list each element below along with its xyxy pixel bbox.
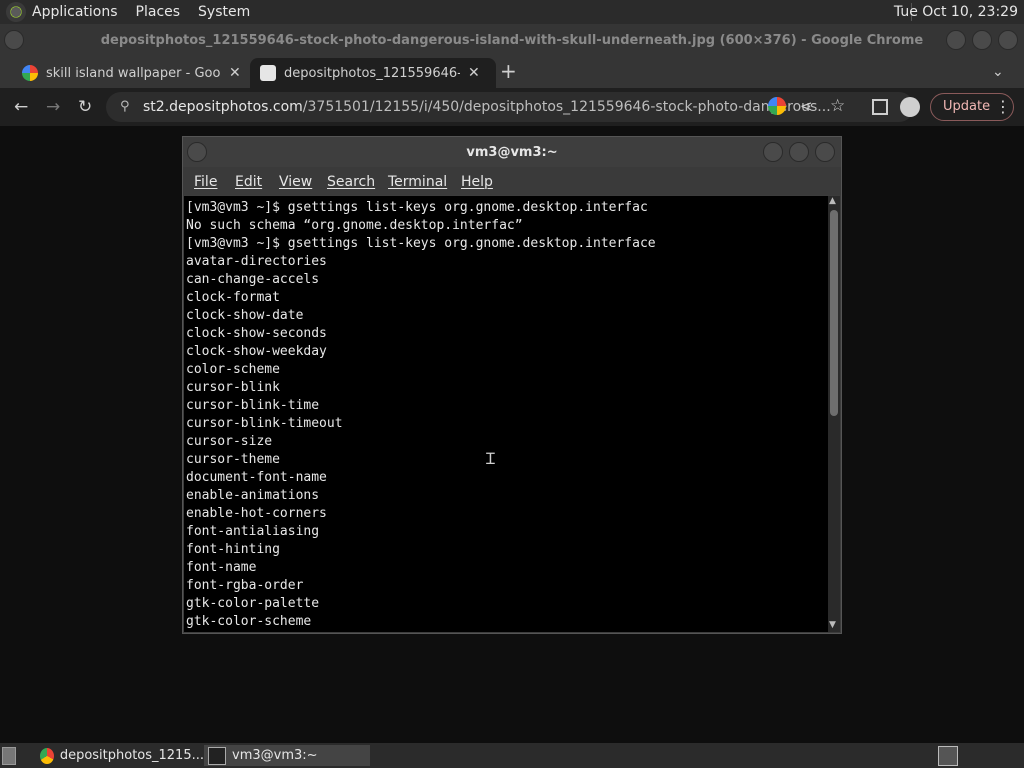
terminal-screen[interactable]: [vm3@vm3 ~]$ gsettings list-keys org.gno…	[184, 196, 828, 632]
depositphotos-favicon-icon	[260, 65, 276, 81]
terminal-menubar: File Edit View Search Terminal Help	[183, 167, 841, 195]
terminal-line: clock-show-date	[186, 308, 304, 323]
terminal-line: clock-format	[186, 290, 280, 305]
terminal-line: cursor-size	[186, 434, 273, 449]
taskbar-item-label: vm3@vm3:~	[232, 748, 318, 763]
terminal-line: [vm3@vm3 ~]$ gsettings list-keys org.gno…	[186, 236, 656, 251]
tab-label: skill island wallpaper - Google	[46, 65, 221, 81]
tab-close-icon[interactable]: ✕	[468, 65, 480, 81]
terminal-line: cursor-theme	[186, 452, 280, 467]
new-tab-plus-icon[interactable]: +	[500, 61, 517, 81]
workspace-switcher-icon[interactable]	[938, 746, 958, 766]
taskbar-item-chrome[interactable]: depositphotos_1215...	[36, 745, 204, 766]
menu-system[interactable]: System	[198, 4, 250, 20]
scroll-up-arrow-icon[interactable]: ▲	[829, 196, 836, 206]
tab-depositphotos[interactable]: depositphotos_121559646-stoc ✕	[250, 58, 496, 88]
menu-applications[interactable]: Applications	[32, 4, 118, 20]
terminal-line: can-change-accels	[186, 272, 320, 287]
terminal-line: font-hinting	[186, 542, 280, 557]
terminal-line: cursor-blink	[186, 380, 280, 395]
terminal-line: clock-show-weekday	[186, 344, 327, 359]
menu-edit[interactable]: Edit	[235, 174, 262, 190]
terminal-window: vm3@vm3:~ File Edit View Search Terminal…	[182, 136, 842, 634]
reload-icon[interactable]: ↻	[78, 98, 92, 116]
menu-search[interactable]: Search	[327, 174, 375, 190]
terminal-line: gtk-color-scheme	[186, 614, 312, 629]
tab-bar: skill island wallpaper - Google ✕ deposi…	[0, 58, 1024, 88]
url-path: /3751501/12155/i/450/depositphotos_12155…	[302, 99, 831, 115]
terminal-line: font-name	[186, 560, 257, 575]
menu-file[interactable]: File	[194, 174, 217, 190]
tab-label: depositphotos_121559646-stoc	[284, 65, 460, 81]
terminal-line: font-rgba-order	[186, 578, 304, 593]
back-arrow-icon[interactable]: ←	[14, 98, 28, 116]
taskbar-item-terminal[interactable]: vm3@vm3:~	[204, 745, 370, 766]
menu-view[interactable]: View	[279, 174, 312, 190]
update-label: Update	[943, 99, 991, 114]
terminal-line: enable-hot-corners	[186, 506, 327, 521]
close-window-button[interactable]	[998, 30, 1018, 50]
google-lens-icon[interactable]	[768, 97, 786, 115]
minimize-button[interactable]	[946, 30, 966, 50]
url-host: st2.depositphotos.com	[143, 99, 303, 115]
terminal-line: enable-animations	[186, 488, 320, 503]
menu-places[interactable]: Places	[136, 4, 181, 20]
bottom-taskbar: depositphotos_1215... vm3@vm3:~	[0, 743, 1024, 768]
terminal-line: avatar-directories	[186, 254, 327, 269]
scrollbar-thumb[interactable]	[830, 210, 838, 416]
forward-arrow-icon[interactable]: →	[46, 98, 60, 116]
share-icon[interactable]: ⋖	[800, 97, 813, 115]
terminal-scrollbar[interactable]: ▲ ▼	[828, 196, 840, 632]
gnome-logo-icon[interactable]	[6, 2, 26, 22]
terminal-line: No such schema “org.gnome.desktop.interf…	[186, 218, 523, 233]
chrome-app-icon	[40, 747, 54, 764]
address-bar[interactable]: ⚲ st2.depositphotos.com/3751501/12155/i/…	[106, 92, 914, 122]
tab-search-chevron-down-icon[interactable]: ⌄	[992, 63, 1004, 81]
terminal-line: document-font-name	[186, 470, 327, 485]
tab-close-icon[interactable]: ✕	[229, 65, 241, 81]
terminal-close-button[interactable]	[815, 142, 835, 162]
terminal-minimize-button[interactable]	[763, 142, 783, 162]
tab-google-search[interactable]: skill island wallpaper - Google ✕	[14, 58, 254, 88]
terminal-line: clock-show-seconds	[186, 326, 327, 341]
url-text[interactable]: st2.depositphotos.com/3751501/12155/i/45…	[143, 99, 831, 115]
chrome-window-title: depositphotos_121559646-stock-photo-dang…	[100, 33, 924, 48]
terminal-line: color-scheme	[186, 362, 280, 377]
panel-clock[interactable]: Tue Oct 10, 23:29	[894, 4, 1018, 20]
terminal-line: font-antialiasing	[186, 524, 320, 539]
terminal-title: vm3@vm3:~	[466, 145, 558, 160]
site-info-icon[interactable]: ⚲	[120, 99, 130, 114]
maximize-button[interactable]	[972, 30, 992, 50]
menu-help[interactable]: Help	[461, 174, 493, 190]
more-menu-icon[interactable]: ⋮	[995, 97, 1011, 116]
bookmark-star-icon[interactable]: ☆	[830, 96, 845, 116]
terminal-output: [vm3@vm3 ~]$ gsettings list-keys org.gno…	[186, 199, 656, 631]
scroll-down-arrow-icon[interactable]: ▼	[829, 620, 836, 630]
side-panel-icon[interactable]	[872, 99, 888, 115]
terminal-maximize-button[interactable]	[789, 142, 809, 162]
terminal-line: gtk-color-palette	[186, 596, 320, 611]
chrome-titlebar[interactable]: depositphotos_121559646-stock-photo-dang…	[0, 24, 1024, 58]
terminal-line: [vm3@vm3 ~]$ gsettings list-keys org.gno…	[186, 200, 648, 215]
taskbar-item-label: depositphotos_1215...	[59, 748, 204, 763]
profile-avatar-icon[interactable]	[900, 97, 920, 117]
text-cursor-ibeam-icon: Ɪ	[486, 449, 495, 468]
browser-toolbar: ← → ↻ ⚲ st2.depositphotos.com/3751501/12…	[0, 88, 1024, 126]
menu-terminal[interactable]: Terminal	[388, 174, 447, 190]
show-desktop-icon[interactable]	[2, 745, 22, 766]
terminal-line: cursor-blink-time	[186, 398, 320, 413]
top-panel: Applications Places System Tue Oct 10, 2…	[0, 0, 1024, 24]
terminal-line: cursor-blink-timeout	[186, 416, 343, 431]
update-button[interactable]: Update ⋮	[930, 93, 1014, 121]
terminal-titlebar[interactable]: vm3@vm3:~	[183, 137, 841, 167]
terminal-app-icon	[208, 746, 226, 765]
google-favicon-icon	[22, 65, 38, 81]
